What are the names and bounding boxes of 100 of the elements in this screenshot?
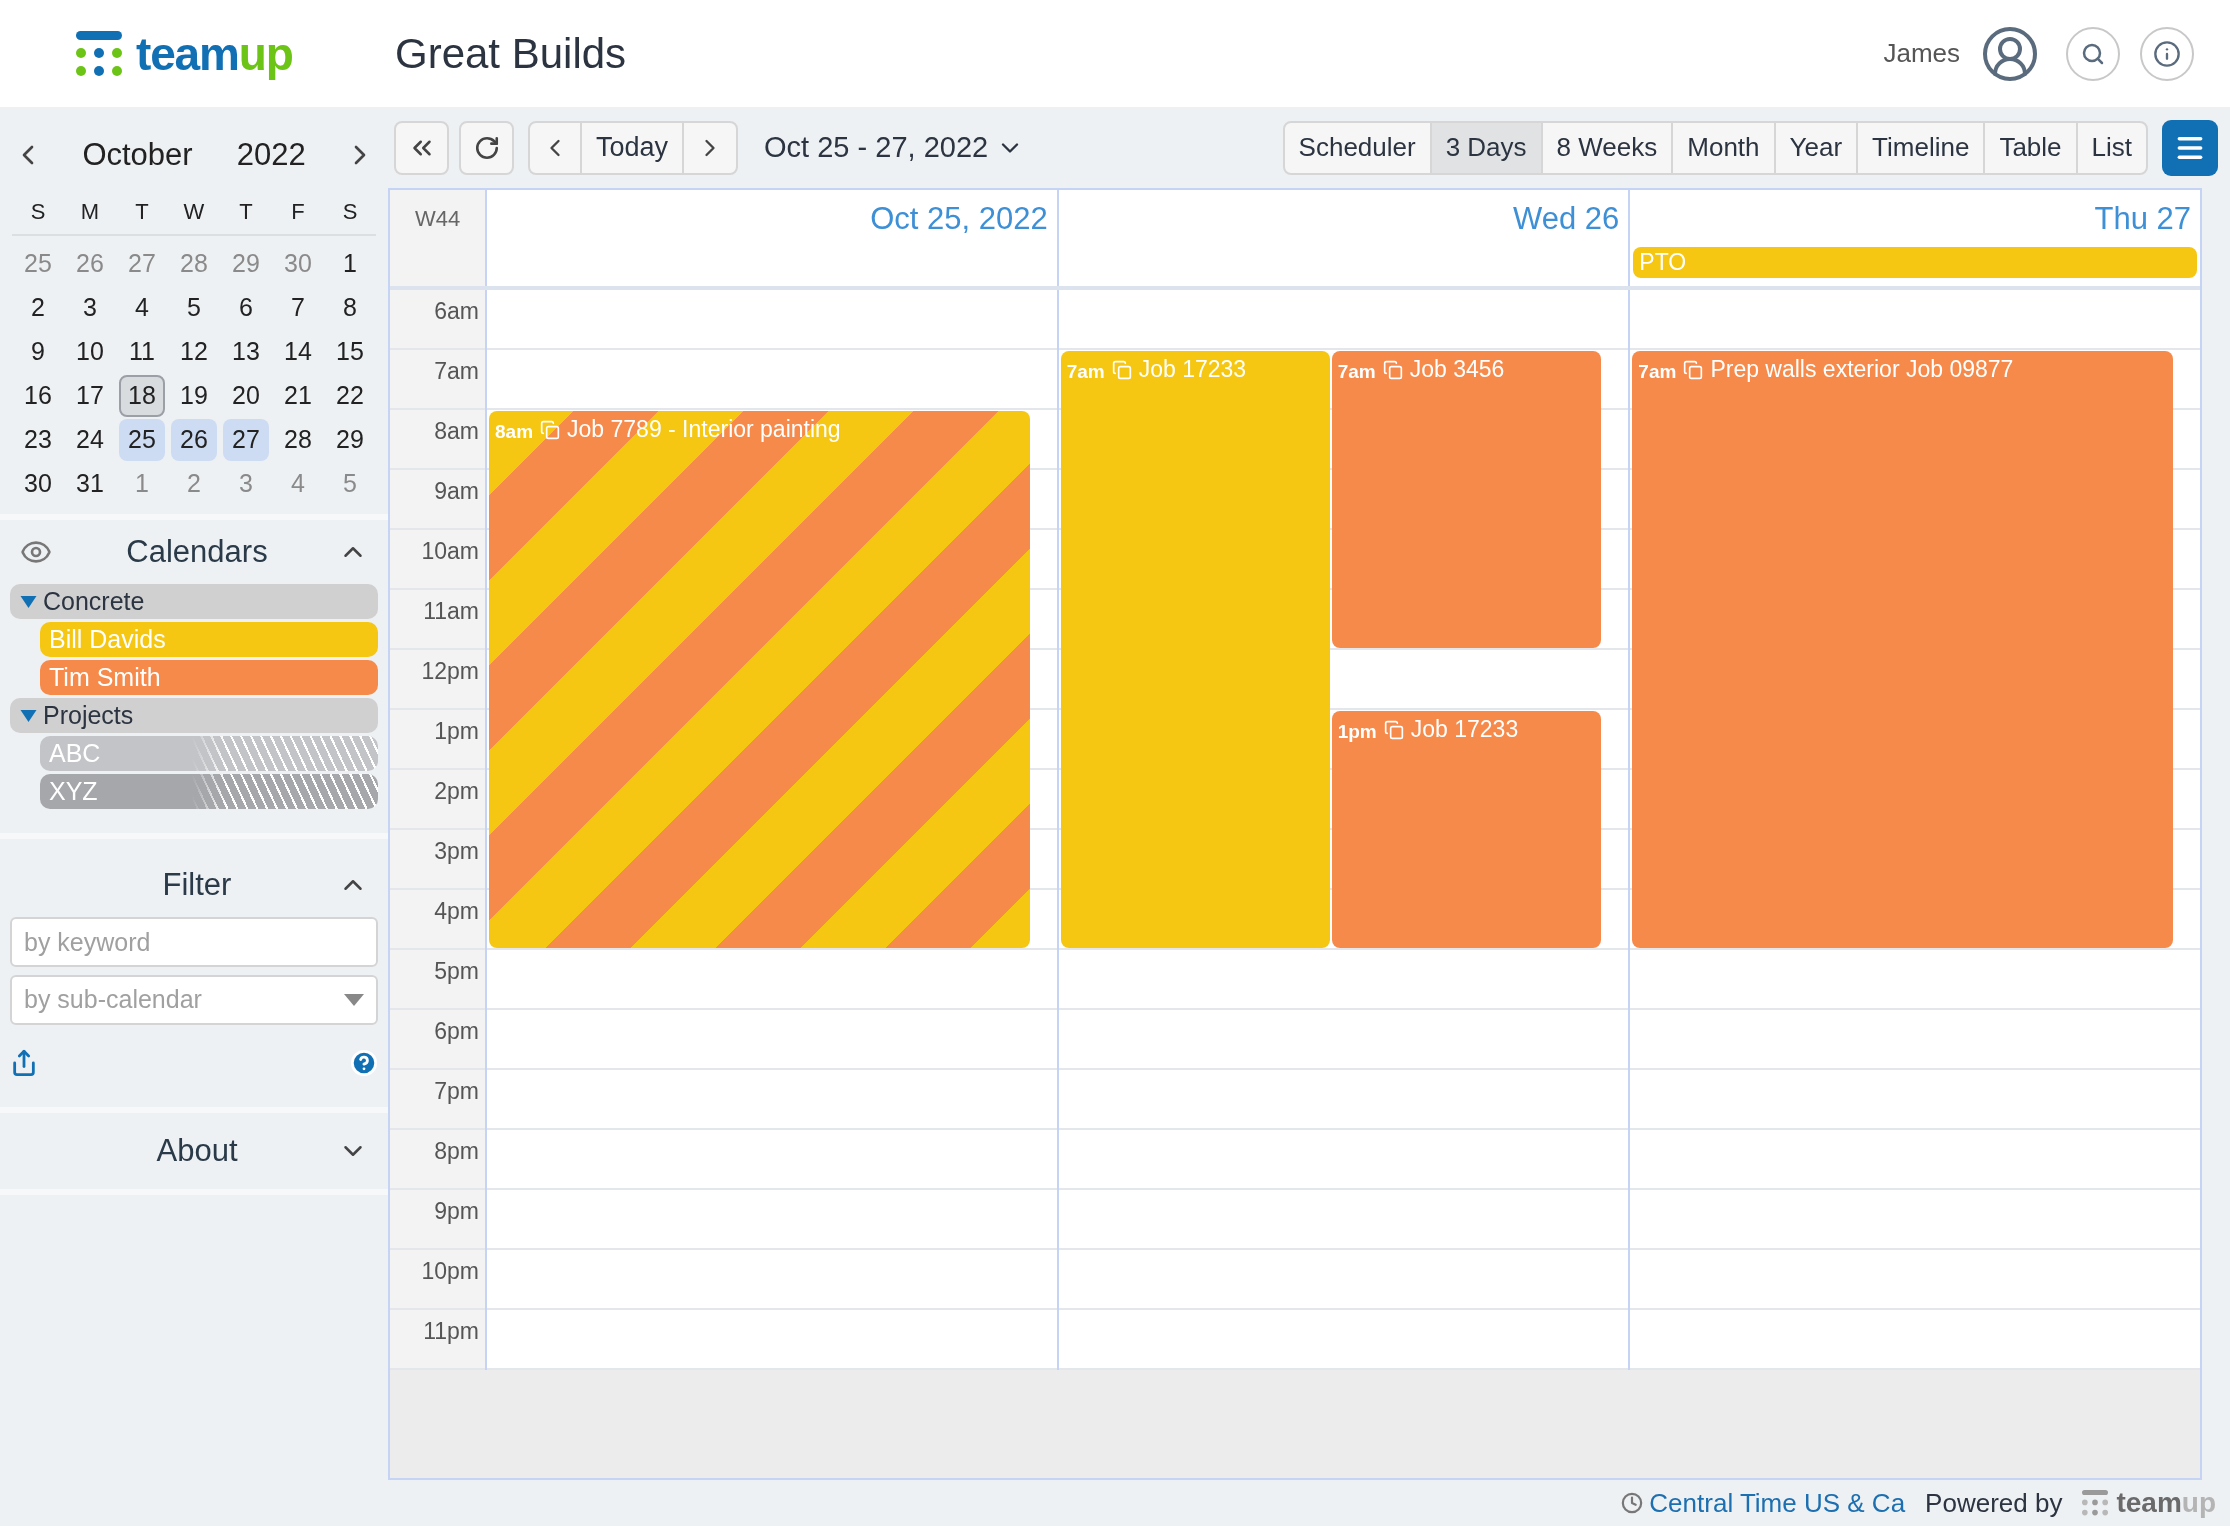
mini-calendar-day[interactable]: 29	[327, 419, 373, 461]
logo-icon	[2082, 1490, 2109, 1516]
hour-label: 11am	[423, 597, 479, 626]
mini-calendar-day[interactable]: 23	[15, 419, 61, 461]
year-label[interactable]: 2022	[236, 131, 306, 179]
refresh-button[interactable]	[459, 120, 514, 175]
hour-label: 8pm	[434, 1137, 479, 1166]
mini-calendar-day[interactable]: 3	[67, 287, 113, 329]
section-title: Calendars	[125, 532, 269, 571]
mini-calendar-day[interactable]: 1	[327, 243, 373, 285]
refresh-icon	[473, 134, 500, 161]
weekday-label: T	[238, 198, 254, 226]
mini-calendar-day[interactable]: 6	[223, 287, 269, 329]
mini-calendar-day[interactable]: 19	[171, 375, 217, 417]
mini-calendar-day[interactable]: 28	[275, 419, 321, 461]
mini-calendar-day[interactable]: 26	[171, 419, 217, 461]
mini-calendar-day[interactable]: 27	[223, 419, 269, 461]
calendar-title: Great Builds	[395, 29, 627, 79]
hour-label: 7am	[434, 357, 479, 386]
weekday-label: M	[79, 198, 101, 226]
view-tab[interactable]: Scheduler	[1284, 122, 1430, 173]
menu-button[interactable]	[2162, 119, 2218, 176]
mini-calendar-day[interactable]: 13	[223, 331, 269, 373]
mini-calendar-day[interactable]: 21	[275, 375, 321, 417]
calendar-group[interactable]: Projects	[10, 698, 378, 733]
mini-calendar-day[interactable]: 8	[327, 287, 373, 329]
event-time: 8am	[495, 420, 534, 444]
calendar-group[interactable]: Concrete	[10, 584, 378, 619]
hour-label: 8am	[434, 417, 479, 446]
copy-icon	[1111, 360, 1132, 380]
copy-icon	[540, 420, 561, 440]
logo-icon	[76, 30, 122, 77]
mini-calendar-day[interactable]: 14	[275, 331, 321, 373]
month-label[interactable]: October	[82, 131, 193, 179]
view-tab[interactable]: Timeline	[1856, 122, 1984, 173]
mini-calendar-day[interactable]: 10	[67, 331, 113, 373]
hour-label: 3pm	[434, 837, 479, 866]
mini-calendar-day[interactable]: 9	[15, 331, 61, 373]
caret-icon	[344, 994, 364, 1006]
weekday-label: S	[29, 198, 47, 226]
mini-calendar-day[interactable]: 25	[119, 419, 165, 461]
view-tab[interactable]: 8 Weeks	[1540, 122, 1672, 173]
mini-calendar-day[interactable]: 17	[67, 375, 113, 417]
hour-label: 10am	[421, 537, 479, 566]
event-title: Job 7789 - Interior painting	[567, 415, 841, 444]
hour-label: 10pm	[421, 1257, 479, 1286]
clock-icon	[1621, 1492, 1644, 1514]
weekday-label: S	[341, 198, 359, 226]
group-name: Concrete	[43, 585, 145, 617]
hour-label: 11pm	[423, 1317, 479, 1346]
mini-calendar-day[interactable]: 18	[119, 375, 165, 417]
mini-calendar-day[interactable]: 24	[67, 419, 113, 461]
view-tab[interactable]: List	[2075, 122, 2146, 173]
mini-calendar-day[interactable]: 4	[119, 287, 165, 329]
section-title: About	[155, 1131, 239, 1170]
powered-by-label: Powered by	[1925, 1486, 2063, 1520]
footer-logo-wordmark[interactable]: teamup	[2116, 1489, 2216, 1517]
weekday-label: W	[182, 198, 206, 226]
hour-label: 6am	[434, 297, 479, 326]
mini-calendar-day[interactable]: 20	[223, 375, 269, 417]
event-title: Prep walls exterior Job 09877	[1710, 355, 2014, 384]
week-number: W44	[414, 205, 461, 233]
mini-calendar-day[interactable]: 16	[15, 375, 61, 417]
previous-range-button[interactable]	[394, 120, 449, 175]
view-tab[interactable]: Table	[1983, 122, 2076, 173]
copy-icon	[1383, 720, 1404, 740]
search-icon	[2081, 41, 2105, 66]
view-tab[interactable]: 3 Days	[1429, 122, 1541, 173]
keyword-field[interactable]: by keyword	[10, 917, 378, 967]
share-icon[interactable]	[10, 1049, 38, 1077]
section-title: Filter	[161, 865, 233, 904]
hour-label: 2pm	[434, 777, 479, 806]
hour-label: 1pm	[434, 717, 479, 746]
event-time: 7am	[1066, 360, 1105, 384]
user-name: James	[1883, 37, 1960, 70]
date-range-button[interactable]: Oct 25 - 27, 2022	[764, 125, 1025, 170]
mini-calendar-day[interactable]: 5	[171, 287, 217, 329]
info-icon	[2153, 39, 2181, 68]
hour-label: 4pm	[434, 897, 479, 926]
mini-calendar-day[interactable]: 7	[275, 287, 321, 329]
hour-label: 7pm	[434, 1077, 479, 1106]
view-tab[interactable]: Year	[1773, 122, 1857, 173]
mini-calendar-day[interactable]: 2	[15, 287, 61, 329]
copy-icon	[1382, 360, 1403, 380]
event-title: Job 3456	[1409, 355, 1505, 384]
search-button[interactable]	[2066, 26, 2120, 81]
info-button[interactable]	[2140, 26, 2194, 81]
event-time: 1pm	[1337, 720, 1377, 744]
mini-calendar-day[interactable]: 22	[327, 375, 373, 417]
view-tab[interactable]: Month	[1671, 122, 1774, 173]
mini-calendar-day[interactable]: 15	[327, 331, 373, 373]
mini-calendar-day[interactable]: 31	[67, 463, 113, 505]
help-icon[interactable]	[350, 1049, 378, 1077]
mini-calendar-day[interactable]: 30	[15, 463, 61, 505]
hour-label: 5pm	[434, 957, 479, 986]
hour-label: 9pm	[434, 1197, 479, 1226]
mini-calendar-day[interactable]: 12	[171, 331, 217, 373]
timezone-link[interactable]: Central Time US & Ca	[1649, 1483, 1906, 1523]
mini-calendar-day[interactable]: 11	[119, 331, 165, 373]
event-title: Job 17233	[1138, 355, 1247, 384]
